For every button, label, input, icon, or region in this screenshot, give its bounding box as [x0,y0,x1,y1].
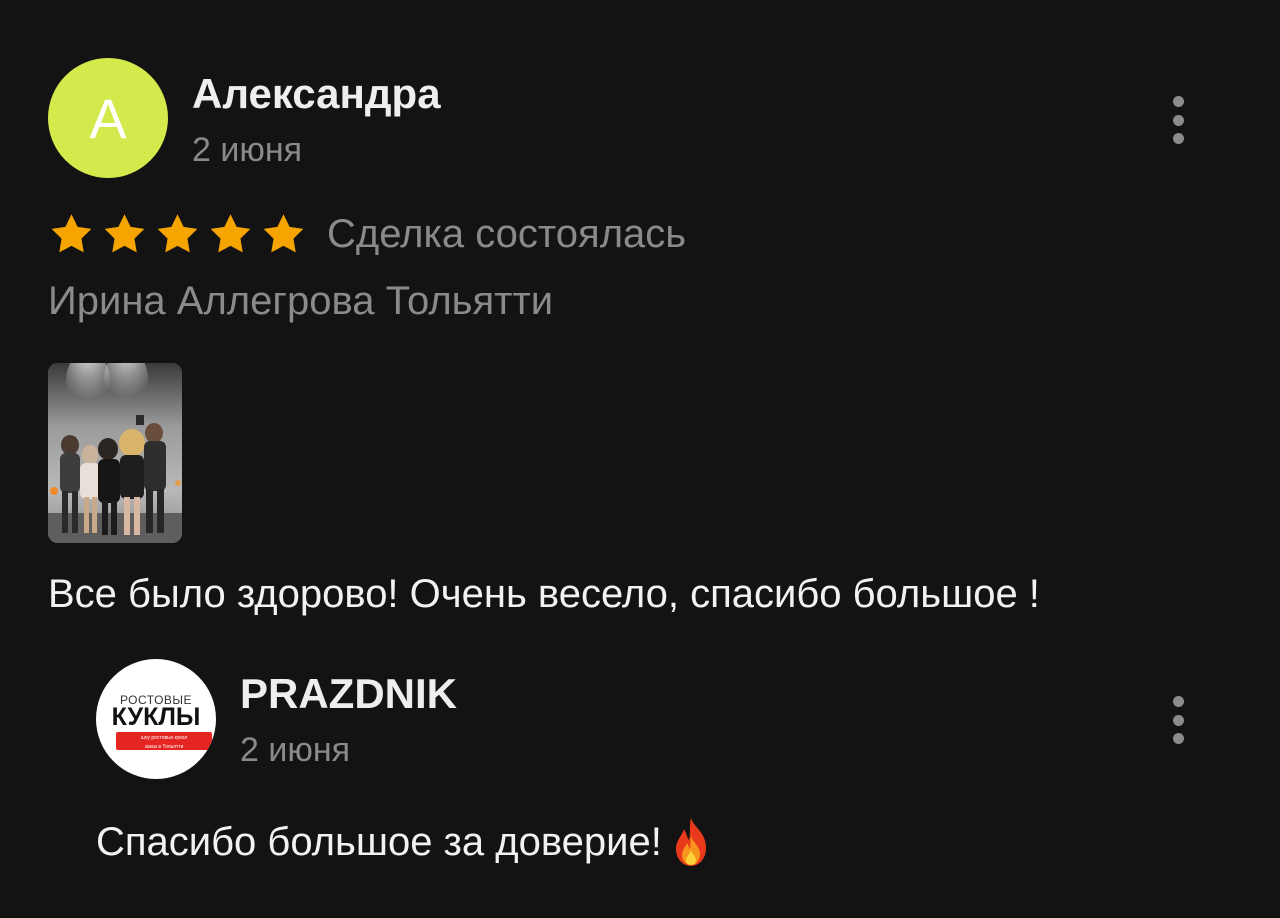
logo-red-band: шоу ростовых кукол заказ в Тольятти [116,732,212,750]
star-icon [51,214,92,253]
star-icon [104,214,145,253]
star-icon [210,214,251,253]
star-icon [263,214,304,253]
reply-text: Спасибо большое за доверие! [96,820,662,864]
rating-row: Сделка состоялась [48,208,686,260]
star-icon [157,214,198,253]
review-photo[interactable] [48,363,182,543]
review-more-options-icon[interactable] [1166,96,1190,144]
star-rating [48,212,307,256]
reply-date: 2 июня [240,731,351,769]
reply-text-row: Спасибо большое за доверие! [96,815,714,869]
seller-avatar-logo[interactable]: РОСТОВЫЕ КУКЛЫ шоу ростовых кукол заказ … [96,659,216,779]
review-date: 2 июня [192,131,303,169]
fire-icon [675,818,706,866]
author-avatar[interactable]: А [48,58,168,178]
logo-main-word: КУКЛЫ [111,703,201,731]
party-photo-image [48,363,182,543]
logo-band-line-2: заказ в Тольятти [144,744,184,750]
review-card: А Александра 2 июня Сделка состоялась Ир… [0,0,1280,918]
avatar-letter: А [89,86,127,150]
review-text: Все было здорово! Очень весело, спасибо … [48,572,1040,616]
deal-status: Сделка состоялась [327,212,687,256]
logo-band-line-1: шоу ростовых кукол [140,735,188,741]
author-name[interactable]: Александра [192,70,441,118]
service-title[interactable]: Ирина Аллегрова Тольятти [48,276,553,326]
reply-more-options-icon[interactable] [1166,696,1190,744]
seller-name[interactable]: PRAZDNIK [240,670,457,718]
